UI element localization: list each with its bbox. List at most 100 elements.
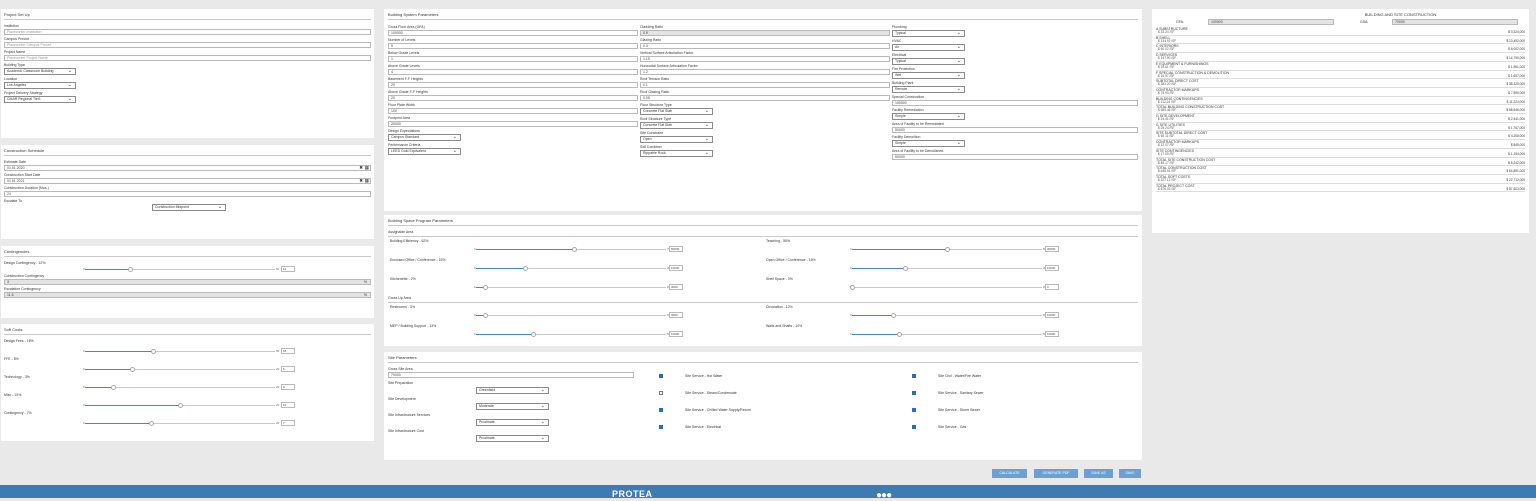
soft-cost-slider[interactable]: 0 20 7 (83, 420, 295, 426)
soft-cost-slider[interactable]: 0 20 5 (83, 366, 295, 372)
slider-handle[interactable] (572, 246, 578, 252)
building-param-input[interactable]: 1 (388, 56, 638, 62)
slider-value-input[interactable]: 3 (281, 384, 295, 390)
slider-handle[interactable] (483, 312, 488, 318)
building-param-input[interactable]: 100000 (388, 30, 638, 36)
building-type-select[interactable]: Academic Classroom Building ⌄ (4, 68, 76, 75)
slider-handle[interactable] (944, 246, 950, 252)
generate-pdf-button[interactable]: GENERATE PDF (1034, 469, 1078, 478)
site-param-select[interactable]: Proximate ⌄ (476, 435, 549, 442)
slider-handle[interactable] (177, 402, 183, 408)
calculate-button[interactable]: CALCULATE (992, 469, 1027, 478)
site-param-select[interactable]: Moderate ⌄ (476, 403, 549, 410)
building-param-select[interactable]: Concrete Flat Slab ⌄ (640, 122, 713, 129)
escalate-select[interactable]: Construction Midpoint ⌄ (152, 204, 226, 211)
slider-value-input[interactable]: 7 (281, 420, 295, 426)
slider-value-input[interactable]: 30000 (1045, 246, 1059, 252)
performance-criteria-select[interactable]: LEED Gold Equivalent ⌄ (388, 148, 461, 155)
institution-input[interactable]: Placeconter Institution (4, 29, 371, 35)
space-program-slider[interactable]: 02010000 (474, 265, 686, 271)
save-as-button[interactable]: SAVE AS (1084, 469, 1113, 478)
building-param-select[interactable]: Typical ⌄ (892, 30, 965, 37)
design-contingency-slider[interactable]: 0 50 12 (83, 266, 295, 272)
building-param-input[interactable]: 0.05 (640, 95, 890, 101)
space-program-slider[interactable]: 0203000 (474, 284, 686, 290)
space-program-slider[interactable]: 07560000 (474, 246, 686, 252)
slider-handle[interactable] (891, 312, 897, 318)
slider-value-input[interactable]: 12 (281, 266, 295, 272)
building-param-input[interactable]: 20 (388, 95, 638, 101)
estimate-date-input[interactable]: 01.01.2020 (4, 165, 371, 171)
building-param-input[interactable]: 4 (388, 69, 638, 75)
site-service-checkbox[interactable] (659, 425, 663, 429)
slider-handle[interactable] (150, 348, 156, 354)
building-param-input[interactable]: 5 (388, 43, 638, 49)
space-program-slider[interactable]: 0503000 (474, 312, 686, 318)
duration-input[interactable]: 24 (4, 191, 371, 197)
slider-value-input[interactable]: 5 (281, 366, 295, 372)
building-param-input[interactable]: 100 (388, 108, 638, 114)
slider-value-input[interactable]: 10000 (1045, 265, 1059, 271)
slider-value-input[interactable]: 10000 (1045, 331, 1059, 337)
escalation-contingency-input[interactable]: 11.6 (4, 292, 371, 298)
design-expectations-select[interactable]: Campus Standard ⌄ (388, 134, 461, 141)
start-date-input[interactable]: 01.01.2021 (4, 178, 371, 184)
slider-value-input[interactable]: 10000 (1045, 312, 1059, 318)
slider-handle[interactable] (149, 420, 154, 426)
calendar-icon[interactable]: ▦ (365, 178, 369, 184)
clear-icon[interactable]: ✖ (359, 165, 363, 171)
building-param-input[interactable]: 0.3 (640, 43, 890, 49)
space-program-slider[interactable]: 02010000 (850, 265, 1062, 271)
building-param-select[interactable]: Open ⌄ (640, 136, 713, 143)
building-param-select[interactable]: Air ⌄ (892, 44, 965, 51)
slider-handle[interactable] (530, 331, 536, 337)
campus-input[interactable]: Placeconter Campus Precint (4, 42, 371, 48)
delivery-select[interactable]: CMAR Regional Tier1 ⌄ (4, 96, 76, 103)
site-service-checkbox[interactable] (912, 425, 916, 429)
space-program-slider[interactable]: 0200 (849, 284, 1062, 290)
site-service-checkbox[interactable] (659, 391, 663, 395)
slider-handle[interactable] (130, 366, 135, 372)
building-param-select[interactable]: Wet ⌄ (892, 72, 965, 79)
slider-handle[interactable] (849, 284, 855, 290)
slider-value-input[interactable]: 0 (1045, 284, 1059, 290)
site-service-checkbox[interactable] (912, 374, 916, 378)
calendar-icon[interactable]: ▦ (365, 165, 369, 171)
building-param-input[interactable]: 100000 (892, 100, 1138, 106)
slider-value-input[interactable]: 10000 (669, 331, 683, 337)
building-param-input[interactable]: 0.1 (640, 82, 890, 88)
building-param-select[interactable]: Rippable Rock ⌄ (640, 150, 713, 157)
building-param-select[interactable]: Concrete Flat Slab ⌄ (640, 108, 713, 115)
slider-value-input[interactable]: 10 (281, 402, 295, 408)
building-param-input[interactable]: 20000 (388, 121, 638, 127)
slider-value-input[interactable]: 3000 (669, 284, 683, 290)
slider-handle[interactable] (128, 266, 134, 272)
soft-cost-slider[interactable]: 0 20 10 (83, 402, 295, 408)
space-program-slider[interactable]: 05530000 (850, 246, 1062, 252)
slider-handle[interactable] (902, 265, 908, 271)
slider-handle[interactable] (111, 384, 116, 390)
space-program-slider[interactable]: 05010000 (850, 312, 1062, 318)
location-select[interactable]: Los Angeles ⌄ (4, 82, 76, 89)
slider-handle[interactable] (522, 265, 528, 271)
building-param-input[interactable]: 20 (388, 82, 638, 88)
site-service-checkbox[interactable] (659, 408, 663, 412)
site-param-select[interactable]: Greenfield ⌄ (476, 387, 549, 394)
soft-cost-slider[interactable]: 0 20 3 (83, 384, 295, 390)
slider-value-input[interactable]: 18 (281, 348, 295, 354)
site-service-checkbox[interactable] (912, 391, 916, 395)
project-name-input[interactable]: Placeconter Project Name (4, 55, 371, 61)
soft-cost-slider[interactable]: 0 50 18 (83, 348, 295, 354)
building-param-input[interactable]: 0.9 (640, 30, 890, 36)
slider-handle[interactable] (483, 284, 488, 290)
building-param-select[interactable]: Typical ⌄ (892, 58, 965, 65)
building-param-input[interactable]: 1.2 (640, 69, 890, 75)
gross-site-area-input[interactable]: 70000 (388, 372, 634, 378)
building-param-input[interactable]: 50000 (892, 154, 1138, 160)
save-button[interactable]: SAVE (1119, 469, 1141, 478)
building-param-select[interactable]: Simple ⌄ (892, 113, 965, 120)
building-param-select[interactable]: Simple ⌄ (892, 140, 965, 147)
clear-icon[interactable]: ✖ (359, 178, 363, 184)
site-service-checkbox[interactable] (912, 408, 916, 412)
slider-value-input[interactable]: 3000 (669, 312, 683, 318)
